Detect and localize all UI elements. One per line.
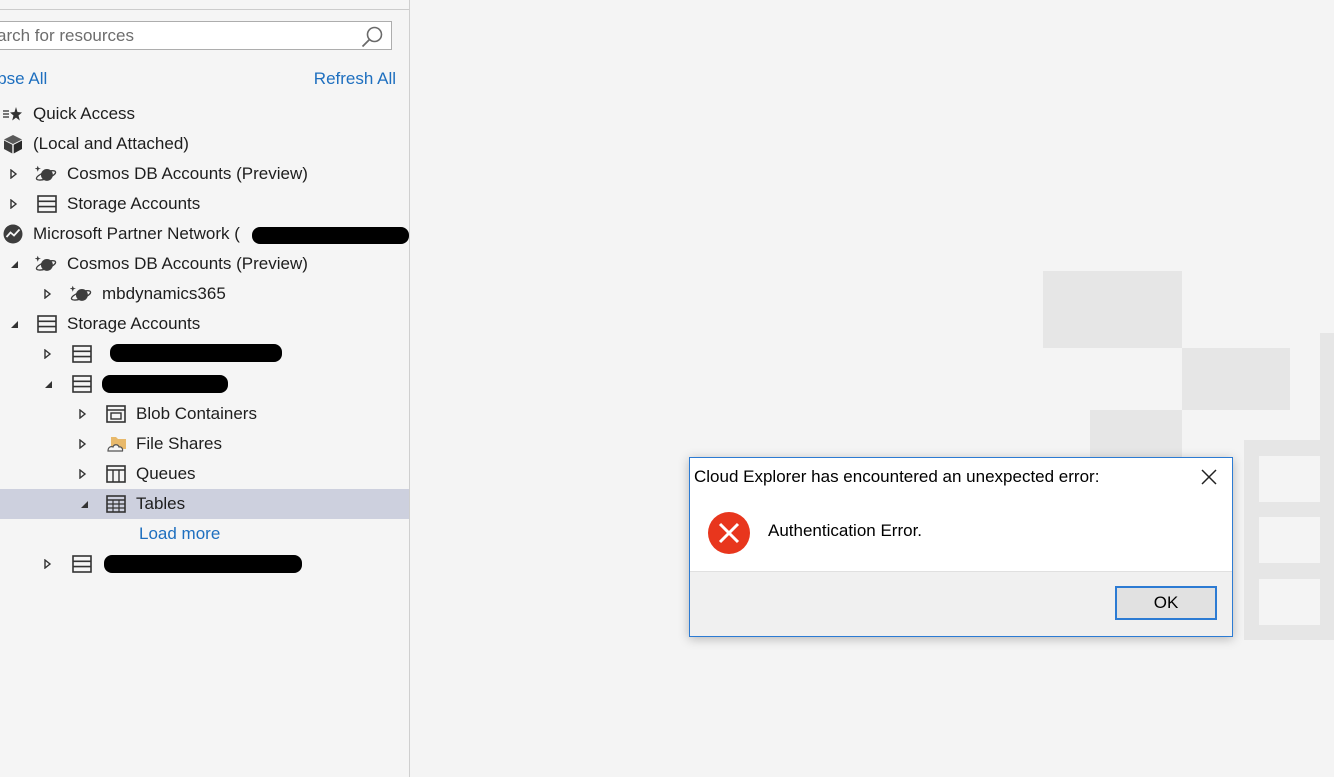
redaction-mark bbox=[104, 555, 302, 573]
collapse-all-link[interactable]: lapse All bbox=[0, 69, 47, 89]
storage-account-icon bbox=[71, 343, 93, 365]
cosmos-db-icon bbox=[35, 253, 57, 275]
tree-item-blob-containers[interactable]: Blob Containers bbox=[0, 399, 409, 429]
cosmos-db-icon bbox=[70, 283, 92, 305]
expand-arrow-icon[interactable] bbox=[5, 159, 21, 189]
storage-account-icon bbox=[36, 193, 58, 215]
ok-button[interactable]: OK bbox=[1115, 586, 1217, 620]
expand-arrow-icon[interactable] bbox=[39, 549, 55, 579]
collapse-arrow-icon[interactable] bbox=[6, 309, 22, 339]
storage-account-icon bbox=[71, 373, 93, 395]
tree-item-label: Quick Access bbox=[33, 104, 136, 123]
tree-item-load-more[interactable]: Load more bbox=[0, 519, 409, 549]
collapse-arrow-icon[interactable] bbox=[76, 489, 92, 519]
expand-arrow-icon[interactable] bbox=[39, 279, 55, 309]
error-message: Authentication Error. bbox=[768, 521, 923, 540]
expand-arrow-icon[interactable] bbox=[5, 189, 21, 219]
close-icon[interactable] bbox=[1198, 466, 1220, 488]
tree-item-label: File Shares bbox=[136, 434, 222, 453]
tree-item-storage-accounts-local[interactable]: Storage Accounts bbox=[0, 189, 409, 219]
expand-arrow-icon[interactable] bbox=[74, 459, 90, 489]
storage-account-icon bbox=[36, 313, 58, 335]
tree-item-label: Storage Accounts bbox=[67, 314, 201, 333]
tree-item-label: Storage Accounts bbox=[67, 194, 201, 213]
tree-item-storage-accounts[interactable]: Storage Accounts bbox=[0, 309, 409, 339]
load-more-link[interactable]: Load more bbox=[139, 519, 220, 549]
tree-item-label: (Local and Attached) bbox=[33, 134, 189, 153]
blob-container-icon bbox=[105, 403, 127, 425]
tree-item-tables[interactable]: Tables bbox=[0, 489, 409, 519]
table-icon bbox=[105, 493, 127, 515]
tree-item-label: mbdynamics365 bbox=[102, 284, 226, 303]
cube-icon bbox=[2, 133, 24, 155]
quick-access-icon bbox=[1, 103, 23, 125]
file-share-icon bbox=[105, 433, 127, 455]
cosmos-db-icon bbox=[35, 163, 57, 185]
tree-item-file-shares[interactable]: File Shares bbox=[0, 429, 409, 459]
expand-arrow-icon[interactable] bbox=[39, 339, 55, 369]
search-input[interactable] bbox=[0, 22, 367, 49]
search-icon[interactable] bbox=[360, 25, 384, 49]
dialog-title: Cloud Explorer has encountered an unexpe… bbox=[694, 467, 1100, 486]
tree-item-mbdynamics365[interactable]: mbdynamics365 bbox=[0, 279, 409, 309]
dialog-footer: OK bbox=[690, 571, 1232, 636]
tree-item-storage-account-redacted[interactable] bbox=[0, 339, 409, 369]
panel-top-divider bbox=[0, 9, 409, 10]
tree-item-local-attached[interactable]: (Local and Attached) bbox=[0, 129, 409, 159]
collapse-arrow-icon[interactable] bbox=[40, 369, 56, 399]
tree-item-label: Queues bbox=[136, 464, 196, 483]
collapse-arrow-icon[interactable] bbox=[6, 249, 22, 279]
tree-item-cosmos-db[interactable]: Cosmos DB Accounts (Preview) bbox=[0, 249, 409, 279]
tree-item-label: Cosmos DB Accounts (Preview) bbox=[67, 164, 308, 183]
tree-item-label: Tables bbox=[136, 494, 186, 513]
subscription-icon bbox=[2, 223, 24, 245]
tree-item-cosmos-db-local[interactable]: Cosmos DB Accounts (Preview) bbox=[0, 159, 409, 189]
tree-item-storage-account-redacted-expanded[interactable] bbox=[0, 369, 409, 399]
storage-account-icon bbox=[71, 553, 93, 575]
redaction-mark bbox=[110, 344, 282, 362]
tree-item-label: Microsoft Partner Network ( bbox=[33, 224, 240, 243]
queue-icon bbox=[105, 463, 127, 485]
expand-arrow-icon[interactable] bbox=[74, 399, 90, 429]
tree-item-quick-access[interactable]: Quick Access bbox=[0, 99, 409, 129]
tree-item-subscription[interactable]: Microsoft Partner Network ( bbox=[0, 219, 409, 249]
tree-item-storage-account-redacted-2[interactable] bbox=[0, 549, 409, 579]
tree-item-label: Cosmos DB Accounts (Preview) bbox=[67, 254, 308, 273]
redaction-mark bbox=[102, 375, 228, 393]
refresh-all-link[interactable]: Refresh All bbox=[314, 69, 396, 89]
redaction-mark bbox=[252, 227, 409, 244]
error-dialog: Cloud Explorer has encountered an unexpe… bbox=[689, 457, 1233, 637]
tree-item-queues[interactable]: Queues bbox=[0, 459, 409, 489]
search-box[interactable] bbox=[0, 21, 392, 50]
cloud-explorer-panel: lapse All Refresh All Quick Access (Loca… bbox=[0, 0, 410, 777]
tree-item-label: Blob Containers bbox=[136, 404, 257, 423]
expand-arrow-icon[interactable] bbox=[74, 429, 90, 459]
error-icon bbox=[708, 512, 750, 554]
